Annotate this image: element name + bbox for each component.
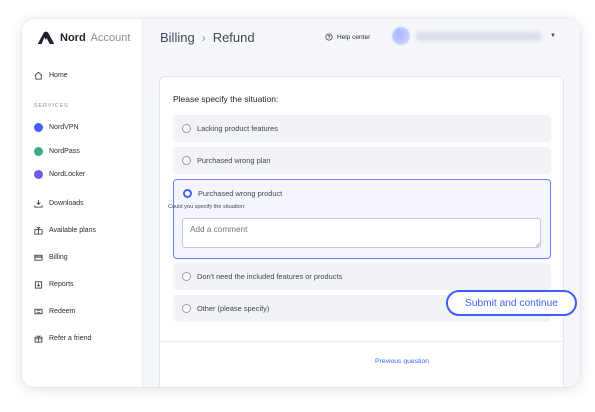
sidebar-item-label: Billing: [49, 254, 68, 261]
app-window: Nord Account Home SERVICES NordVPN NordP…: [22, 19, 580, 387]
logo[interactable]: Nord Account: [37, 31, 130, 45]
sidebar-item-label: NordLocker: [49, 171, 86, 178]
help-icon: [325, 33, 333, 41]
radio-button[interactable]: [182, 304, 191, 313]
sidebar-item-redeem[interactable]: Redeem: [34, 307, 75, 316]
option-label: Other (please specify): [197, 304, 270, 313]
sidebar-item-nordlocker[interactable]: NordLocker: [34, 170, 85, 179]
user-menu[interactable]: ▼: [392, 27, 556, 45]
top-bar: Billing › Refund Help center ▼: [143, 19, 580, 59]
sidebar-item-available-plans[interactable]: Available plans: [34, 226, 96, 235]
divider: [160, 341, 563, 342]
gift-icon: [34, 226, 43, 235]
help-center-label: Help center: [337, 33, 371, 41]
option-dont-need-features[interactable]: Don't need the included features or prod…: [173, 263, 551, 290]
sidebar-item-label: Available plans: [49, 227, 96, 234]
sidebar-item-label: NordPass: [49, 148, 80, 155]
help-center-link[interactable]: Help center: [325, 33, 370, 41]
option-label: Purchased wrong plan: [197, 156, 271, 165]
sidebar-item-billing[interactable]: Billing: [34, 253, 68, 262]
resize-handle-icon[interactable]: [535, 242, 540, 247]
sidebar-item-label: Downloads: [49, 200, 84, 207]
radio-button[interactable]: [182, 272, 191, 281]
main-content: Billing › Refund Help center ▼ Please sp…: [143, 19, 580, 387]
question-title: Please specify the situation:: [173, 94, 279, 104]
radio-button-selected[interactable]: [183, 189, 192, 198]
brand-name: Nord: [60, 32, 86, 44]
nord-logo-icon: [37, 31, 55, 44]
chevron-right-icon: ›: [201, 30, 206, 45]
sidebar: Nord Account Home SERVICES NordVPN NordP…: [22, 19, 143, 387]
user-email-redacted: [416, 31, 542, 41]
comment-field[interactable]: [182, 218, 541, 248]
sidebar-item-reports[interactable]: Reports: [34, 280, 74, 289]
option-wrong-product[interactable]: Purchased wrong product Could you specif…: [168, 179, 551, 259]
home-icon: [34, 71, 43, 80]
sidebar-item-home[interactable]: Home: [34, 71, 68, 80]
card-icon: [34, 253, 43, 262]
radio-button[interactable]: [182, 124, 191, 133]
sidebar-item-refer-a-friend[interactable]: Refer a friend: [34, 334, 91, 343]
page-title: Refund: [212, 30, 255, 45]
specify-label: Could you specify the situation:: [168, 204, 246, 210]
submit-and-continue-button[interactable]: Submit and continue: [446, 290, 577, 316]
report-icon: [34, 280, 43, 289]
present-icon: [34, 334, 43, 343]
option-label: Purchased wrong product: [198, 189, 283, 198]
services-section-label: SERVICES: [34, 103, 69, 109]
breadcrumb: Billing › Refund: [160, 30, 255, 45]
sidebar-item-label: Redeem: [49, 308, 76, 315]
sidebar-item-label: Refer a friend: [49, 335, 92, 342]
refund-form-card: Please specify the situation: Lacking pr…: [159, 76, 564, 387]
sidebar-item-label: NordVPN: [49, 124, 79, 131]
breadcrumb-billing[interactable]: Billing: [160, 30, 195, 45]
option-label: Don't need the included features or prod…: [197, 272, 343, 281]
sidebar-item-nordvpn[interactable]: NordVPN: [34, 123, 79, 132]
download-icon: [34, 199, 43, 208]
radio-button[interactable]: [182, 156, 191, 165]
option-label: Lacking product features: [197, 124, 278, 133]
previous-question-link[interactable]: Previous question: [375, 358, 429, 365]
nordlocker-icon: [34, 170, 43, 179]
sidebar-item-label: Reports: [49, 281, 74, 288]
sidebar-item-downloads[interactable]: Downloads: [34, 199, 84, 208]
option-wrong-plan[interactable]: Purchased wrong plan: [173, 147, 551, 174]
option-lacking-features[interactable]: Lacking product features: [173, 115, 551, 142]
avatar: [392, 27, 410, 45]
brand-sub: Account: [90, 32, 131, 44]
ticket-icon: [34, 307, 43, 316]
sidebar-item-label: Home: [49, 72, 68, 79]
nordvpn-icon: [34, 123, 43, 132]
chevron-down-icon: ▼: [550, 33, 556, 39]
sidebar-item-nordpass[interactable]: NordPass: [34, 147, 80, 156]
nordpass-icon: [34, 147, 43, 156]
